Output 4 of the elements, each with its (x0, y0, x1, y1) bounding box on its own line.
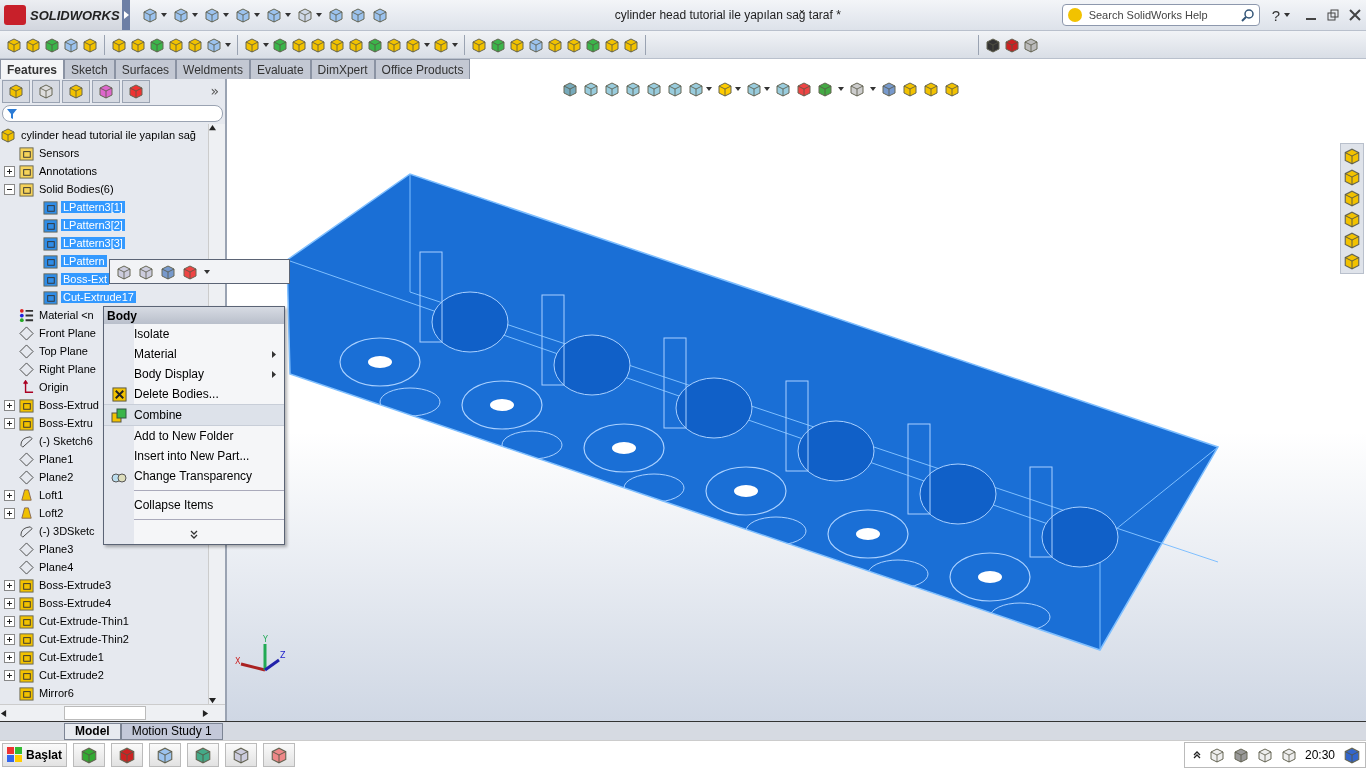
axis-triad-drawing: X Y Z (235, 634, 287, 676)
window-title: cylinder head tutorial ile yapılan sağ taraf * (613, 8, 842, 22)
app-logo-text: SOLIDWORKS (30, 7, 120, 23)
menu-title: Body (104, 307, 284, 324)
